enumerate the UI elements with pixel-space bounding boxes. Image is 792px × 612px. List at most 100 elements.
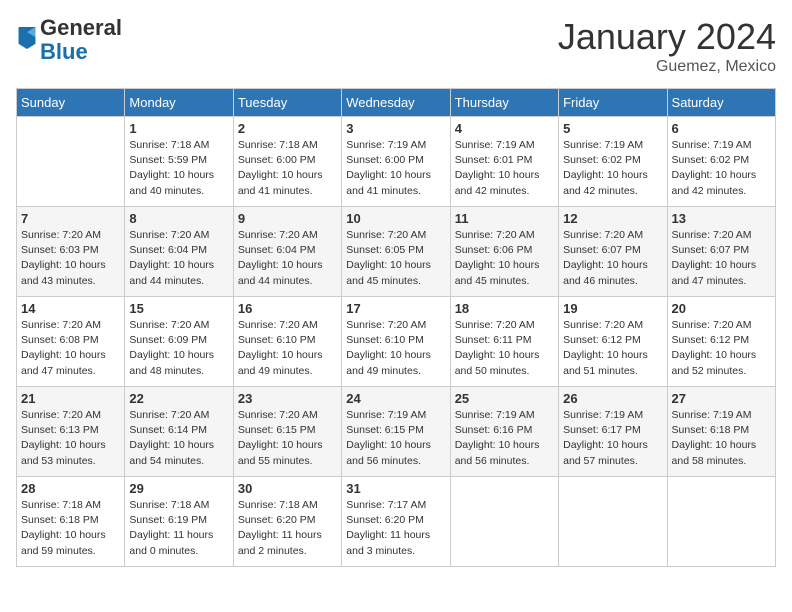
- calendar-day-cell: 12 Sunrise: 7:20 AM Sunset: 6:07 PM Dayli…: [559, 207, 667, 297]
- day-detail: Sunrise: 7:19 AM Sunset: 6:02 PM Dayligh…: [672, 138, 771, 199]
- day-detail: Sunrise: 7:20 AM Sunset: 6:13 PM Dayligh…: [21, 408, 120, 469]
- day-detail: Sunrise: 7:20 AM Sunset: 6:08 PM Dayligh…: [21, 318, 120, 379]
- day-detail: Sunrise: 7:18 AM Sunset: 6:00 PM Dayligh…: [238, 138, 337, 199]
- calendar-day-cell: 24 Sunrise: 7:19 AM Sunset: 6:15 PM Dayli…: [342, 387, 450, 477]
- day-detail: Sunrise: 7:20 AM Sunset: 6:12 PM Dayligh…: [563, 318, 662, 379]
- day-detail: Sunrise: 7:20 AM Sunset: 6:14 PM Dayligh…: [129, 408, 228, 469]
- weekday-header-cell: Thursday: [450, 89, 558, 117]
- logo: General Blue: [16, 16, 122, 64]
- day-detail: Sunrise: 7:20 AM Sunset: 6:10 PM Dayligh…: [238, 318, 337, 379]
- day-detail: Sunrise: 7:19 AM Sunset: 6:17 PM Dayligh…: [563, 408, 662, 469]
- calendar-day-cell: [450, 477, 558, 567]
- day-detail: Sunrise: 7:20 AM Sunset: 6:12 PM Dayligh…: [672, 318, 771, 379]
- day-number: 29: [129, 481, 228, 496]
- weekday-header-row: SundayMondayTuesdayWednesdayThursdayFrid…: [17, 89, 776, 117]
- day-number: 12: [563, 211, 662, 226]
- day-detail: Sunrise: 7:20 AM Sunset: 6:04 PM Dayligh…: [129, 228, 228, 289]
- day-number: 5: [563, 121, 662, 136]
- day-detail: Sunrise: 7:20 AM Sunset: 6:06 PM Dayligh…: [455, 228, 554, 289]
- day-detail: Sunrise: 7:20 AM Sunset: 6:05 PM Dayligh…: [346, 228, 445, 289]
- day-number: 31: [346, 481, 445, 496]
- day-detail: Sunrise: 7:19 AM Sunset: 6:02 PM Dayligh…: [563, 138, 662, 199]
- day-number: 14: [21, 301, 120, 316]
- calendar-table: SundayMondayTuesdayWednesdayThursdayFrid…: [16, 88, 776, 567]
- calendar-day-cell: 11 Sunrise: 7:20 AM Sunset: 6:06 PM Dayli…: [450, 207, 558, 297]
- calendar-day-cell: 17 Sunrise: 7:20 AM Sunset: 6:10 PM Dayli…: [342, 297, 450, 387]
- day-number: 10: [346, 211, 445, 226]
- day-number: 17: [346, 301, 445, 316]
- day-detail: Sunrise: 7:19 AM Sunset: 6:00 PM Dayligh…: [346, 138, 445, 199]
- calendar-day-cell: 8 Sunrise: 7:20 AM Sunset: 6:04 PM Daylig…: [125, 207, 233, 297]
- month-title: January 2024: [558, 16, 776, 58]
- calendar-day-cell: 6 Sunrise: 7:19 AM Sunset: 6:02 PM Daylig…: [667, 117, 775, 207]
- calendar-day-cell: 4Sunrise: 7:19 AM Sunset: 6:01 PM Daylig…: [450, 117, 558, 207]
- day-detail: Sunrise: 7:20 AM Sunset: 6:11 PM Dayligh…: [455, 318, 554, 379]
- day-number: 9: [238, 211, 337, 226]
- day-detail: Sunrise: 7:18 AM Sunset: 6:18 PM Dayligh…: [21, 498, 120, 559]
- calendar-day-cell: 26Sunrise: 7:19 AM Sunset: 6:17 PM Dayli…: [559, 387, 667, 477]
- calendar-day-cell: 16 Sunrise: 7:20 AM Sunset: 6:10 PM Dayli…: [233, 297, 341, 387]
- day-number: 16: [238, 301, 337, 316]
- day-number: 21: [21, 391, 120, 406]
- day-number: 8: [129, 211, 228, 226]
- day-number: 11: [455, 211, 554, 226]
- calendar-day-cell: 9Sunrise: 7:20 AM Sunset: 6:04 PM Daylig…: [233, 207, 341, 297]
- location-subtitle: Guemez, Mexico: [558, 58, 776, 76]
- calendar-day-cell: 10 Sunrise: 7:20 AM Sunset: 6:05 PM Dayli…: [342, 207, 450, 297]
- calendar-day-cell: 14 Sunrise: 7:20 AM Sunset: 6:08 PM Dayli…: [17, 297, 125, 387]
- day-number: 7: [21, 211, 120, 226]
- calendar-day-cell: 25 Sunrise: 7:19 AM Sunset: 6:16 PM Dayli…: [450, 387, 558, 477]
- calendar-day-cell: 23Sunrise: 7:20 AM Sunset: 6:15 PM Dayli…: [233, 387, 341, 477]
- calendar-day-cell: 2 Sunrise: 7:18 AM Sunset: 6:00 PM Daylig…: [233, 117, 341, 207]
- day-number: 4: [455, 121, 554, 136]
- calendar-week-row: 1Sunrise: 7:18 AM Sunset: 5:59 PM Daylig…: [17, 117, 776, 207]
- day-number: 1: [129, 121, 228, 136]
- day-detail: Sunrise: 7:20 AM Sunset: 6:07 PM Dayligh…: [672, 228, 771, 289]
- day-detail: Sunrise: 7:19 AM Sunset: 6:15 PM Dayligh…: [346, 408, 445, 469]
- weekday-header-cell: Tuesday: [233, 89, 341, 117]
- weekday-header-cell: Sunday: [17, 89, 125, 117]
- calendar-day-cell: 1Sunrise: 7:18 AM Sunset: 5:59 PM Daylig…: [125, 117, 233, 207]
- calendar-week-row: 21 Sunrise: 7:20 AM Sunset: 6:13 PM Dayli…: [17, 387, 776, 477]
- day-number: 20: [672, 301, 771, 316]
- calendar-week-row: 28 Sunrise: 7:18 AM Sunset: 6:18 PM Dayli…: [17, 477, 776, 567]
- calendar-day-cell: 7 Sunrise: 7:20 AM Sunset: 6:03 PM Daylig…: [17, 207, 125, 297]
- calendar-day-cell: 5 Sunrise: 7:19 AM Sunset: 6:02 PM Daylig…: [559, 117, 667, 207]
- day-number: 30: [238, 481, 337, 496]
- calendar-day-cell: 27 Sunrise: 7:19 AM Sunset: 6:18 PM Dayli…: [667, 387, 775, 477]
- day-number: 22: [129, 391, 228, 406]
- day-number: 2: [238, 121, 337, 136]
- calendar-day-cell: [559, 477, 667, 567]
- calendar-week-row: 7 Sunrise: 7:20 AM Sunset: 6:03 PM Daylig…: [17, 207, 776, 297]
- day-detail: Sunrise: 7:20 AM Sunset: 6:03 PM Dayligh…: [21, 228, 120, 289]
- day-number: 25: [455, 391, 554, 406]
- calendar-day-cell: 29 Sunrise: 7:18 AM Sunset: 6:19 PM Dayli…: [125, 477, 233, 567]
- calendar-day-cell: 20 Sunrise: 7:20 AM Sunset: 6:12 PM Dayli…: [667, 297, 775, 387]
- day-number: 19: [563, 301, 662, 316]
- weekday-header-cell: Saturday: [667, 89, 775, 117]
- day-detail: Sunrise: 7:18 AM Sunset: 6:19 PM Dayligh…: [129, 498, 228, 559]
- day-detail: Sunrise: 7:20 AM Sunset: 6:10 PM Dayligh…: [346, 318, 445, 379]
- day-detail: Sunrise: 7:17 AM Sunset: 6:20 PM Dayligh…: [346, 498, 445, 559]
- day-number: 28: [21, 481, 120, 496]
- logo-blue-text: Blue: [40, 39, 88, 64]
- day-number: 27: [672, 391, 771, 406]
- day-detail: Sunrise: 7:20 AM Sunset: 6:15 PM Dayligh…: [238, 408, 337, 469]
- calendar-body: 1Sunrise: 7:18 AM Sunset: 5:59 PM Daylig…: [17, 117, 776, 567]
- calendar-day-cell: 19 Sunrise: 7:20 AM Sunset: 6:12 PM Dayli…: [559, 297, 667, 387]
- calendar-day-cell: 21 Sunrise: 7:20 AM Sunset: 6:13 PM Dayli…: [17, 387, 125, 477]
- day-detail: Sunrise: 7:19 AM Sunset: 6:16 PM Dayligh…: [455, 408, 554, 469]
- calendar-day-cell: 31 Sunrise: 7:17 AM Sunset: 6:20 PM Dayli…: [342, 477, 450, 567]
- calendar-day-cell: [667, 477, 775, 567]
- day-detail: Sunrise: 7:18 AM Sunset: 6:20 PM Dayligh…: [238, 498, 337, 559]
- calendar-day-cell: 3Sunrise: 7:19 AM Sunset: 6:00 PM Daylig…: [342, 117, 450, 207]
- calendar-day-cell: 30 Sunrise: 7:18 AM Sunset: 6:20 PM Dayli…: [233, 477, 341, 567]
- page-header: General Blue January 2024 Guemez, Mexico: [16, 16, 776, 76]
- day-number: 24: [346, 391, 445, 406]
- calendar-week-row: 14 Sunrise: 7:20 AM Sunset: 6:08 PM Dayli…: [17, 297, 776, 387]
- day-number: 6: [672, 121, 771, 136]
- weekday-header-cell: Monday: [125, 89, 233, 117]
- logo-icon: [18, 27, 36, 49]
- day-detail: Sunrise: 7:20 AM Sunset: 6:07 PM Dayligh…: [563, 228, 662, 289]
- day-detail: Sunrise: 7:19 AM Sunset: 6:18 PM Dayligh…: [672, 408, 771, 469]
